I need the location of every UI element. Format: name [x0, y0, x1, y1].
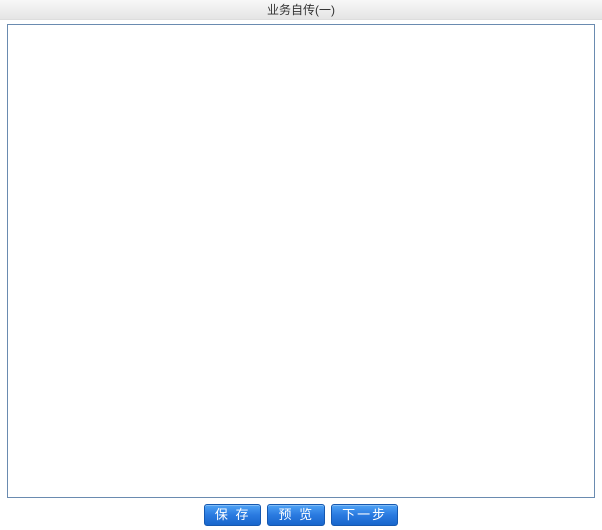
page-title: 业务自传(一): [267, 1, 335, 18]
next-button[interactable]: 下一步: [331, 504, 398, 526]
preview-button[interactable]: 预 览: [267, 504, 325, 526]
header-bar: 业务自传(一): [0, 0, 602, 20]
button-bar: 保 存 预 览 下一步: [0, 498, 602, 530]
content-editor[interactable]: [7, 24, 595, 498]
save-button[interactable]: 保 存: [204, 504, 262, 526]
